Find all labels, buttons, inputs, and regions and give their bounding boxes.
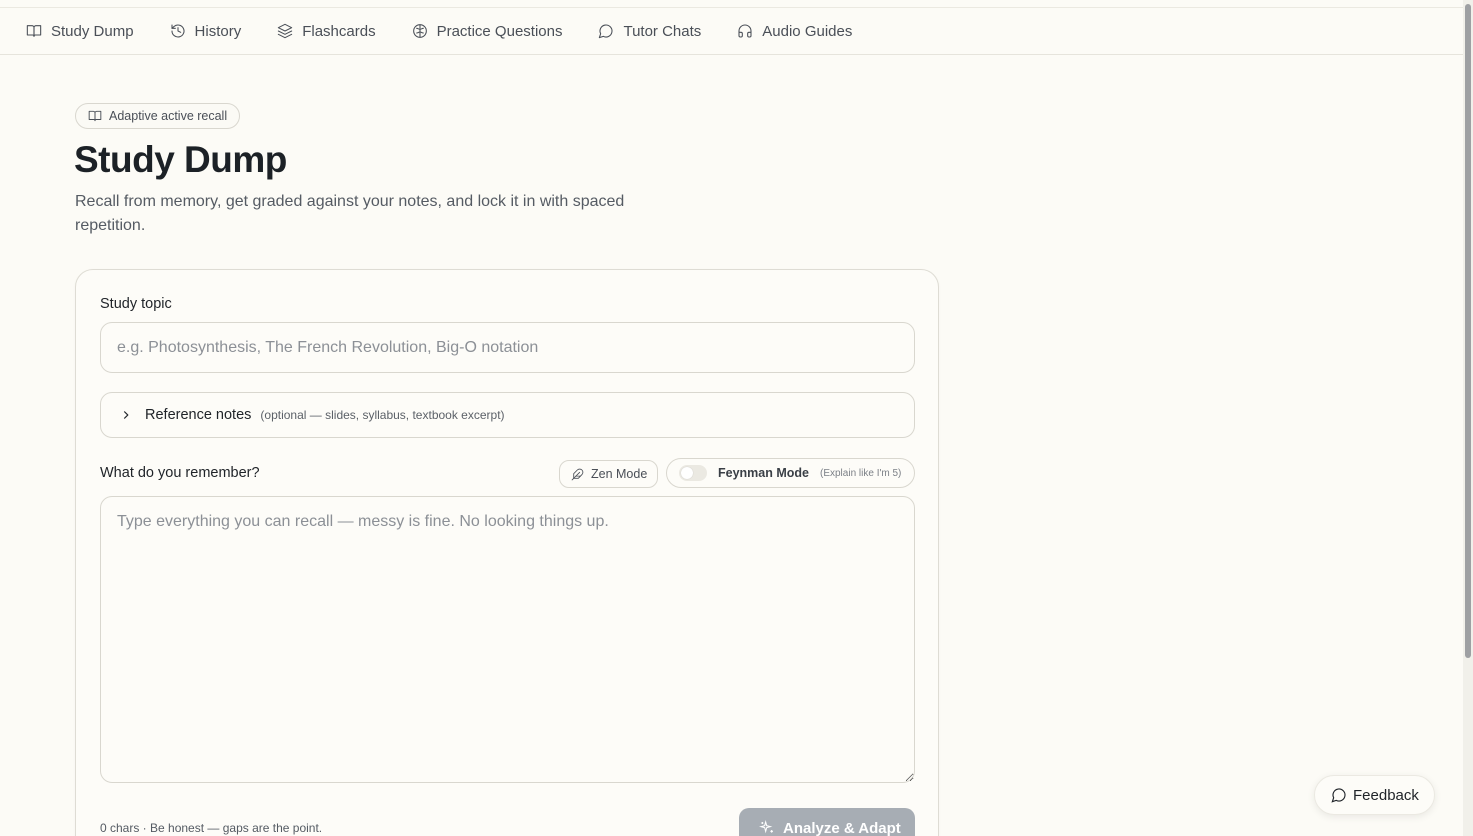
nav-item-tutor-chats[interactable]: Tutor Chats <box>598 23 701 40</box>
nav-item-label: Audio Guides <box>762 22 853 40</box>
nav-item-label: Flashcards <box>302 22 376 40</box>
zen-mode-label: Zen Mode <box>591 467 648 481</box>
sparkles-icon <box>759 820 773 834</box>
feynman-toggle-switch[interactable] <box>679 465 707 481</box>
study-form-card: Study topic Reference notes (optional — … <box>75 269 939 836</box>
book-icon <box>26 25 42 37</box>
topic-input[interactable] <box>100 322 915 373</box>
chat-bubble-icon <box>599 24 613 39</box>
top-nav: Study Dump History Flashcards Practice Q… <box>0 8 1463 55</box>
history-icon <box>171 24 185 38</box>
reference-notes-toggle[interactable]: Reference notes (optional — slides, syll… <box>100 392 915 438</box>
feynman-mode-label: Feynman Mode <box>718 466 809 480</box>
nav-item-practice-questions[interactable]: Practice Questions <box>412 22 563 40</box>
feynman-mode-toggle[interactable]: Feynman Mode (Explain like I'm 5) <box>666 458 915 488</box>
feedback-label: Feedback <box>1353 786 1419 804</box>
char-counter: 0 chars · Be honest — gaps are the point… <box>100 821 323 835</box>
feather-icon <box>571 468 584 480</box>
chat-bubble-icon <box>1331 788 1346 803</box>
nav-item-label: Study Dump <box>51 22 134 40</box>
topic-label: Study topic <box>100 296 172 312</box>
nav-item-label: Practice Questions <box>436 22 563 40</box>
feedback-button[interactable]: Feedback <box>1314 775 1435 815</box>
feynman-mode-hint: (Explain like I'm 5) <box>820 467 902 479</box>
badge-label: Adaptive active recall <box>109 109 228 123</box>
nav-item-flashcards[interactable]: Flashcards <box>277 22 376 40</box>
reference-notes-title: Reference notes <box>145 407 252 423</box>
recall-textarea[interactable] <box>100 496 915 783</box>
scrollbar-thumb[interactable] <box>1465 4 1471 658</box>
book-icon <box>88 110 102 122</box>
page-subtitle: Recall from memory, get graded against y… <box>75 193 625 234</box>
chevron-right-icon <box>123 411 129 419</box>
headphones-icon <box>738 24 752 38</box>
nav-item-audio-guides[interactable]: Audio Guides <box>737 23 852 40</box>
recall-label: What do you remember? <box>100 465 260 481</box>
mode-badge: Adaptive active recall <box>75 103 241 129</box>
analyze-adapt-button[interactable]: Analyze & Adapt <box>739 808 915 836</box>
page-scrollbar[interactable] <box>1463 0 1473 836</box>
nav-item-label: History <box>194 22 242 40</box>
nav-item-history[interactable]: History <box>170 22 242 40</box>
nav-item-study-dump[interactable]: Study Dump <box>26 23 134 40</box>
analyze-button-label: Analyze & Adapt <box>783 820 901 836</box>
layers-icon <box>278 23 293 39</box>
brain-icon <box>412 24 427 38</box>
nav-item-label: Tutor Chats <box>623 22 702 40</box>
page-title: Study Dump <box>74 139 287 180</box>
zen-mode-button[interactable]: Zen Mode <box>559 460 658 488</box>
reference-notes-hint: (optional — slides, syllabus, textbook e… <box>260 408 505 422</box>
top-strip <box>0 0 1463 8</box>
toggle-knob <box>681 467 693 479</box>
